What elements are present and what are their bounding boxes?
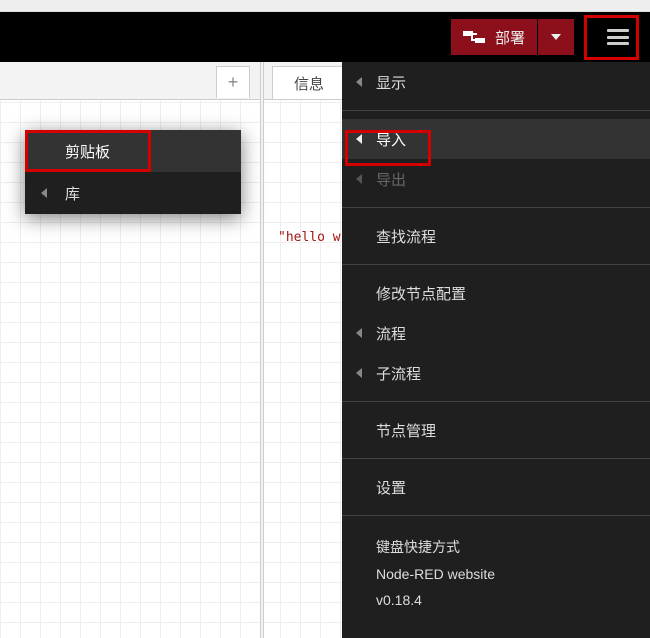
main-menu-button[interactable] bbox=[594, 13, 642, 61]
add-flow-button[interactable]: + bbox=[216, 66, 250, 98]
menu-item-config-nodes[interactable]: 修改节点配置 bbox=[342, 273, 650, 313]
sidebar-tab-label: 信息 bbox=[294, 73, 324, 94]
submenu-item-label: 剪贴板 bbox=[65, 141, 110, 162]
menu-item-label: 查找流程 bbox=[376, 226, 436, 247]
menu-item-website[interactable]: Node-RED website bbox=[376, 561, 640, 588]
menu-separator bbox=[342, 515, 650, 516]
sidebar-tab-info[interactable]: 信息 bbox=[272, 66, 346, 100]
main-menu: 显示 导入 导出 查找流程 修改节点配置 流程 子流程 节点管理 设置 键盘快捷… bbox=[342, 62, 650, 638]
menu-item-label: 导入 bbox=[376, 129, 406, 150]
deploy-button[interactable]: 部署 bbox=[451, 19, 537, 55]
submenu-item-library[interactable]: 库 bbox=[25, 172, 241, 214]
submenu-item-label: 库 bbox=[65, 183, 80, 204]
deploy-label: 部署 bbox=[495, 27, 525, 48]
menu-item-version: v0.18.4 bbox=[376, 587, 640, 614]
menu-item-label: 显示 bbox=[376, 72, 406, 93]
menu-separator bbox=[342, 458, 650, 459]
menu-item-label: 子流程 bbox=[376, 363, 421, 384]
menu-item-manage-palette[interactable]: 节点管理 bbox=[342, 410, 650, 450]
hamburger-icon bbox=[607, 29, 629, 45]
menu-separator bbox=[342, 264, 650, 265]
menu-item-label: 导出 bbox=[376, 169, 406, 190]
menu-item-subflows[interactable]: 子流程 bbox=[342, 353, 650, 393]
menu-item-export[interactable]: 导出 bbox=[342, 159, 650, 199]
menu-separator bbox=[342, 207, 650, 208]
deploy-menu-toggle[interactable] bbox=[538, 19, 574, 55]
app-header: 部署 bbox=[0, 12, 650, 62]
menu-separator bbox=[342, 401, 650, 402]
menu-item-label: 节点管理 bbox=[376, 420, 436, 441]
import-submenu: 剪贴板 库 bbox=[25, 130, 241, 214]
caret-down-icon bbox=[551, 34, 561, 40]
menu-separator bbox=[342, 110, 650, 111]
menu-item-show[interactable]: 显示 bbox=[342, 62, 650, 102]
menu-item-settings[interactable]: 设置 bbox=[342, 467, 650, 507]
menu-item-flows[interactable]: 流程 bbox=[342, 313, 650, 353]
submenu-item-clipboard[interactable]: 剪贴板 bbox=[25, 130, 241, 172]
window-chrome bbox=[0, 0, 650, 12]
menu-footer: 键盘快捷方式 Node-RED website v0.18.4 bbox=[342, 524, 650, 624]
menu-item-label: 设置 bbox=[376, 477, 406, 498]
editor-snippet: "hello w bbox=[278, 230, 341, 245]
deploy-icon bbox=[463, 29, 485, 45]
sidebar-splitter[interactable] bbox=[260, 62, 264, 638]
plus-icon: + bbox=[228, 72, 239, 93]
menu-item-search-flows[interactable]: 查找流程 bbox=[342, 216, 650, 256]
menu-item-label: 流程 bbox=[376, 323, 406, 344]
menu-item-import[interactable]: 导入 bbox=[342, 119, 650, 159]
menu-item-label: 修改节点配置 bbox=[376, 283, 466, 304]
menu-item-shortcuts[interactable]: 键盘快捷方式 bbox=[376, 534, 640, 561]
